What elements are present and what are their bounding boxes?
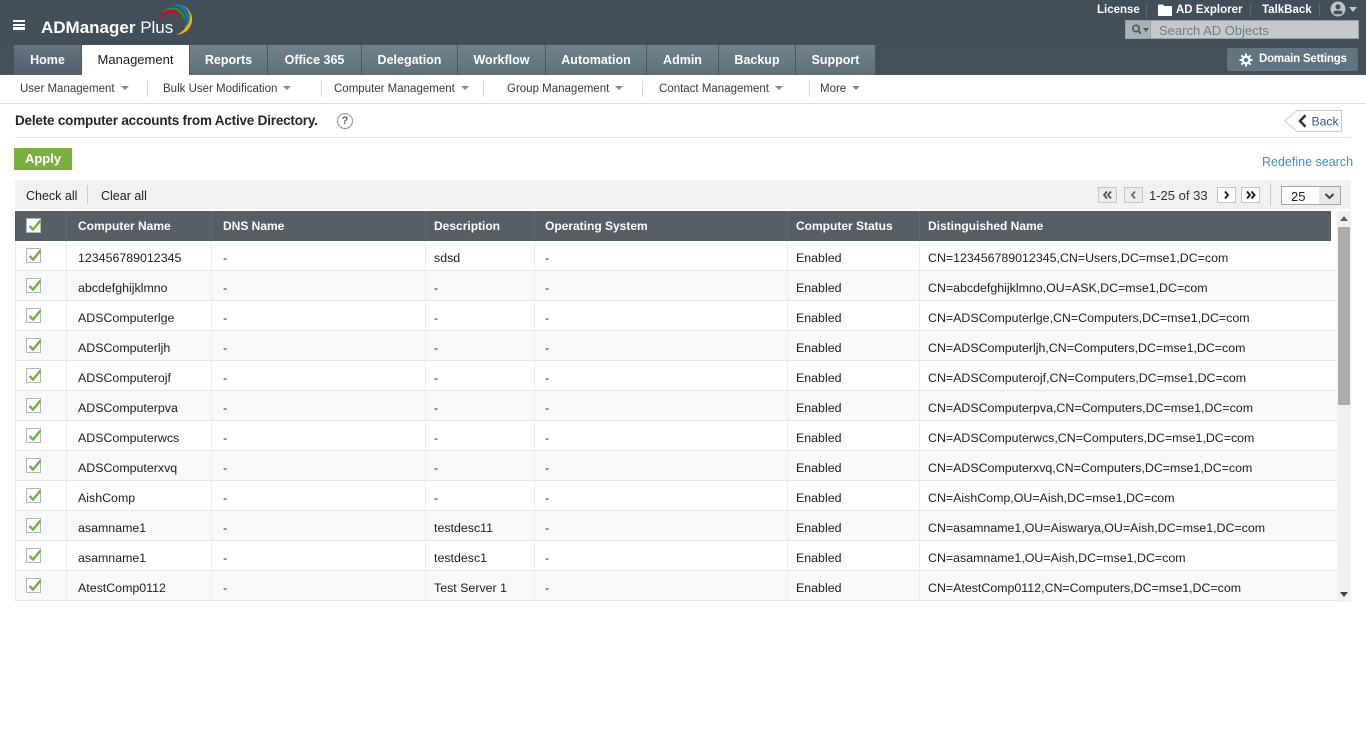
svg-text:Back: Back	[1312, 115, 1340, 129]
